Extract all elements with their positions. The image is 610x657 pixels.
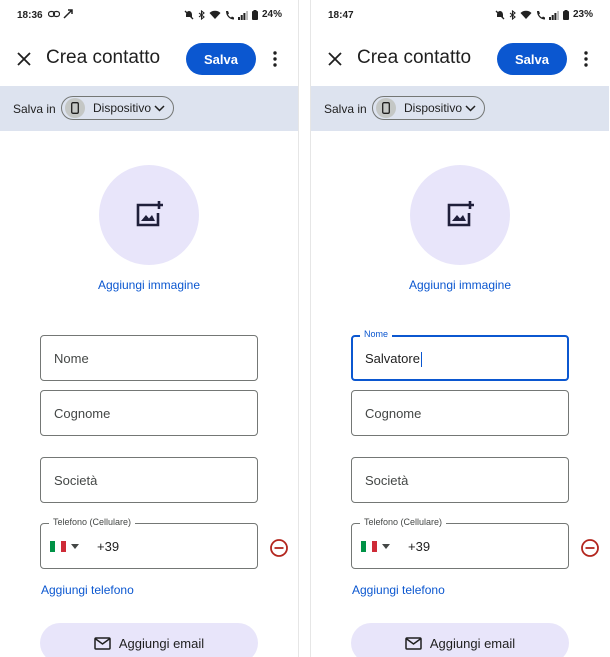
screen-before: 18:36 24% Crea contatto Salva Salva in D… [0, 0, 298, 657]
last-name-field[interactable]: Cognome [351, 390, 569, 436]
call-icon [536, 10, 545, 19]
call-icon [225, 10, 234, 19]
remove-circle-icon[interactable] [269, 538, 289, 558]
save-button[interactable]: Salva [497, 43, 567, 75]
more-options-button[interactable] [266, 48, 284, 70]
avatar-add-photo[interactable] [410, 165, 510, 265]
company-field[interactable]: Società [351, 457, 569, 503]
battery-icon [562, 9, 569, 20]
device-label: Dispositivo [93, 101, 152, 115]
phone-field-label: Telefono (Cellulare) [49, 517, 136, 527]
add-phone-link[interactable]: Aggiungi telefono [352, 583, 445, 597]
more-vert-icon [584, 51, 588, 67]
status-bar: 18:47 23% [311, 0, 609, 30]
page-title: Crea contatto [357, 47, 472, 68]
more-vert-icon [273, 51, 277, 67]
phone-prefix: +39 [97, 539, 120, 554]
bluetooth-icon [509, 9, 516, 20]
phone-icon [376, 98, 396, 118]
status-time: 18:47 [328, 10, 354, 21]
close-icon [328, 52, 342, 66]
chevron-down-icon [465, 104, 476, 112]
device-selector[interactable]: Dispositivo [372, 96, 485, 120]
page-title: Crea contatto [46, 47, 161, 68]
phone-field-label: Telefono (Cellulare) [360, 517, 447, 527]
save-in-bar: Salva in Dispositivo [311, 86, 609, 131]
wifi-icon [209, 10, 221, 19]
chevron-down-icon [154, 104, 165, 112]
text-cursor [420, 352, 422, 368]
add-photo-icon [447, 201, 474, 227]
battery-icon [251, 9, 258, 20]
add-image-link[interactable]: Aggiungi immagine [311, 278, 609, 292]
phone-icon [65, 98, 85, 118]
mail-icon [94, 636, 111, 650]
add-email-label: Aggiungi email [429, 635, 516, 651]
phone-field[interactable]: Telefono (Cellulare) +39 [351, 517, 569, 569]
status-time: 18:36 [17, 10, 43, 21]
wifi-icon [520, 10, 532, 19]
add-email-button[interactable]: Aggiungi email [40, 623, 258, 657]
device-label: Dispositivo [404, 101, 463, 115]
phone-field[interactable]: Telefono (Cellulare) +39 [40, 517, 258, 569]
bluetooth-icon [198, 9, 205, 20]
italy-flag-icon[interactable] [361, 541, 377, 552]
screen-divider [298, 0, 311, 657]
app-bar: Crea contatto Salva [311, 38, 609, 80]
mail-icon [405, 636, 422, 650]
first-name-value: Salvatore [365, 351, 422, 368]
more-options-button[interactable] [577, 48, 595, 70]
save-in-label: Salva in [13, 102, 56, 116]
last-name-placeholder: Cognome [365, 406, 422, 421]
country-dropdown-icon[interactable] [382, 544, 390, 549]
mute-icon [495, 10, 505, 19]
first-name-label: Nome [360, 329, 393, 339]
battery-percent: 24% [261, 9, 282, 20]
close-button[interactable] [12, 47, 36, 71]
remove-circle-icon[interactable] [580, 538, 600, 558]
mute-icon [184, 10, 194, 19]
device-selector[interactable]: Dispositivo [61, 96, 174, 120]
add-phone-link[interactable]: Aggiungi telefono [41, 583, 134, 597]
save-in-label: Salva in [324, 102, 367, 116]
save-button[interactable]: Salva [186, 43, 256, 75]
missed-call-icon [63, 9, 73, 19]
battery-percent: 23% [572, 9, 593, 20]
close-button[interactable] [323, 47, 347, 71]
signal-icon [548, 10, 559, 20]
status-left-icons [48, 9, 73, 19]
company-placeholder: Società [54, 473, 98, 488]
signal-icon [237, 10, 248, 20]
screen-after: 18:47 23% Crea contatto Salva Salva in D… [311, 0, 609, 657]
avatar-add-photo[interactable] [99, 165, 199, 265]
status-right-icons: 23% [495, 9, 593, 20]
country-dropdown-icon[interactable] [71, 544, 79, 549]
first-name-field[interactable]: Nome [40, 335, 258, 381]
last-name-placeholder: Cognome [54, 406, 111, 421]
italy-flag-icon[interactable] [50, 541, 66, 552]
first-name-placeholder: Nome [54, 351, 89, 366]
close-icon [17, 52, 31, 66]
phone-prefix: +39 [408, 539, 431, 554]
status-right-icons: 24% [184, 9, 282, 20]
add-email-button[interactable]: Aggiungi email [351, 623, 569, 657]
add-photo-icon [136, 201, 163, 227]
add-image-link[interactable]: Aggiungi immagine [0, 278, 298, 292]
save-in-bar: Salva in Dispositivo [0, 86, 298, 131]
company-field[interactable]: Società [40, 457, 258, 503]
status-bar: 18:36 24% [0, 0, 298, 30]
add-email-label: Aggiungi email [118, 635, 205, 651]
link-icon [48, 10, 60, 18]
app-bar: Crea contatto Salva [0, 38, 298, 80]
last-name-field[interactable]: Cognome [40, 390, 258, 436]
company-placeholder: Società [365, 473, 409, 488]
first-name-field[interactable]: Nome Salvatore [351, 329, 569, 381]
